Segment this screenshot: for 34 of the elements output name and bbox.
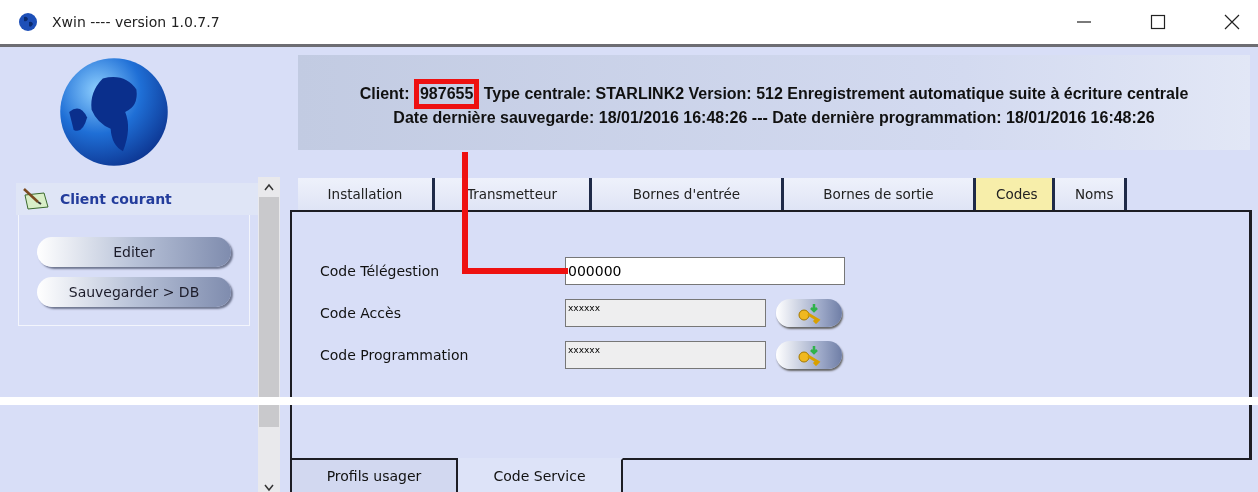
tab[interactable]: Profils usager (290, 458, 458, 492)
tab[interactable]: Codes (976, 178, 1055, 210)
section-title: Client courant (60, 191, 172, 207)
field-label: Code Programmation (320, 347, 470, 363)
scrollbar-thumb[interactable] (259, 197, 279, 427)
close-icon[interactable] (1224, 14, 1240, 30)
client-info-text: Type centrale: STARLINK2 Version: 512 Enregistrement automatique suite à écriture centrale (483, 85, 1189, 102)
client-number: 987655 (413, 79, 480, 109)
scroll-down-icon[interactable] (263, 484, 275, 492)
password-field[interactable]: xxxxxx (565, 299, 766, 327)
key-button[interactable] (776, 299, 842, 327)
tab[interactable]: Noms (1055, 178, 1127, 210)
maximize-icon[interactable] (1150, 14, 1166, 30)
key-icon (796, 302, 822, 324)
sidebar-button[interactable]: Sauvegarder > DB (37, 277, 231, 307)
sidebar-button[interactable]: Editer (37, 237, 231, 267)
globe-icon (18, 12, 38, 32)
dates-text: Date dernière sauvegarde: 18/01/2016 16:48:26 --- Date dernière programmation: 18/01/2016 16:48:26 (393, 109, 1155, 126)
key-button[interactable] (776, 341, 842, 369)
scroll-up-icon[interactable] (263, 183, 275, 191)
field-label: Code Accès (320, 305, 402, 321)
field-label: Code Télégestion (320, 263, 441, 279)
tab[interactable]: Installation (298, 178, 435, 210)
pencil-notepad-icon (22, 187, 52, 211)
scrollbar[interactable] (258, 177, 280, 492)
window-title: Xwin ---- version 1.0.7.7 (52, 14, 220, 30)
password-field[interactable]: xxxxxx (565, 341, 766, 369)
tab[interactable]: Code Service (458, 458, 623, 492)
tab[interactable]: Bornes d'entrée (592, 178, 784, 210)
client-label: Client: (359, 85, 410, 102)
tab[interactable]: Transmetteur (435, 178, 592, 210)
input-field[interactable]: 000000 (565, 257, 845, 285)
key-icon (796, 344, 822, 366)
tab[interactable]: Bornes de sortie (784, 178, 976, 210)
